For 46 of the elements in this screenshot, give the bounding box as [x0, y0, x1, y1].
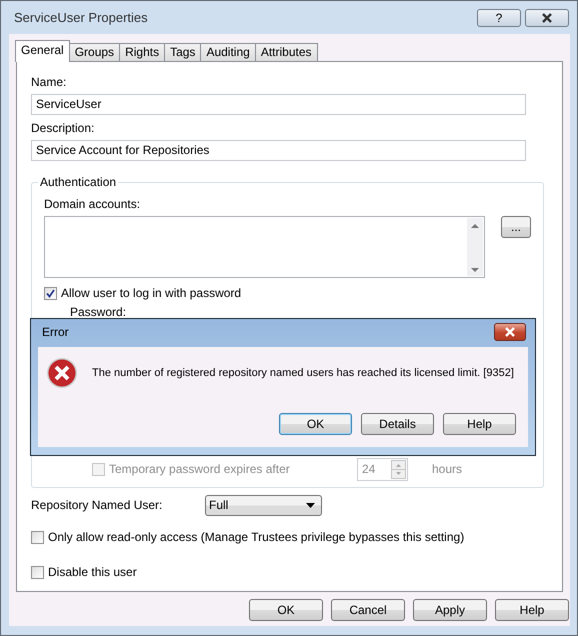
checkbox[interactable] [31, 531, 44, 544]
name-field[interactable]: ServiceUser [31, 94, 526, 115]
close-button[interactable] [494, 323, 526, 341]
checkbox-label: Allow user to log in with password [61, 286, 242, 301]
spin-arrows-icon[interactable] [391, 460, 406, 479]
error-icon [46, 357, 78, 389]
domain-accounts-label: Domain accounts: [44, 197, 142, 212]
close-button[interactable] [525, 8, 569, 26]
group-title: Authentication [39, 175, 118, 189]
tab[interactable]: Tags [164, 43, 202, 61]
help-button[interactable]: ? [477, 8, 521, 26]
tab[interactable]: Auditing [200, 43, 256, 61]
window-title: ServiceUser Properties [14, 10, 149, 25]
checkbox-label: Temporary password expires after [109, 462, 290, 477]
browse-button[interactable]: ... [501, 216, 531, 238]
name-label: Name: [31, 75, 68, 90]
dialog-button[interactable]: Cancel [331, 599, 405, 621]
dialog-button[interactable]: OK [249, 599, 323, 621]
dialog-button[interactable]: Help [495, 599, 569, 621]
checkbox-label: Disable this user [48, 565, 137, 580]
dialog-button[interactable]: Help [443, 413, 516, 435]
description-label: Description: [31, 121, 96, 136]
hours-label: hours [432, 462, 462, 477]
dialog-button[interactable]: Details [361, 413, 434, 435]
named-user-dropdown[interactable]: Full [205, 495, 322, 516]
scrollbar[interactable] [467, 218, 483, 276]
close-icon [504, 327, 516, 337]
error-message: The number of registered repository named users has reached its licensed limit. [9352] [92, 366, 514, 380]
spinbox-value: 24 [361, 462, 376, 477]
tab[interactable]: Rights [119, 43, 166, 61]
checkbox[interactable] [44, 287, 57, 300]
password-label: Password: [70, 305, 128, 320]
tab[interactable]: Attributes [254, 43, 318, 61]
checkbox-label: Only allow read-only access (Manage Trustees privilege bypasses this setting) [48, 530, 464, 545]
dialog-title: Error [42, 324, 70, 340]
tab[interactable]: Groups [68, 43, 120, 61]
description-field[interactable]: Service Account for Repositories [31, 140, 526, 161]
tab[interactable]: General [15, 40, 70, 62]
dropdown-value: Full [209, 498, 228, 513]
domain-accounts-list[interactable] [44, 216, 485, 278]
checkbox[interactable] [31, 566, 44, 579]
dialog-button[interactable]: Apply [413, 599, 487, 621]
dialog-button[interactable]: OK [279, 413, 352, 435]
caret-icon [306, 503, 315, 508]
close-icon [541, 12, 553, 22]
repository-named-user-label: Repository Named User: [31, 498, 164, 513]
